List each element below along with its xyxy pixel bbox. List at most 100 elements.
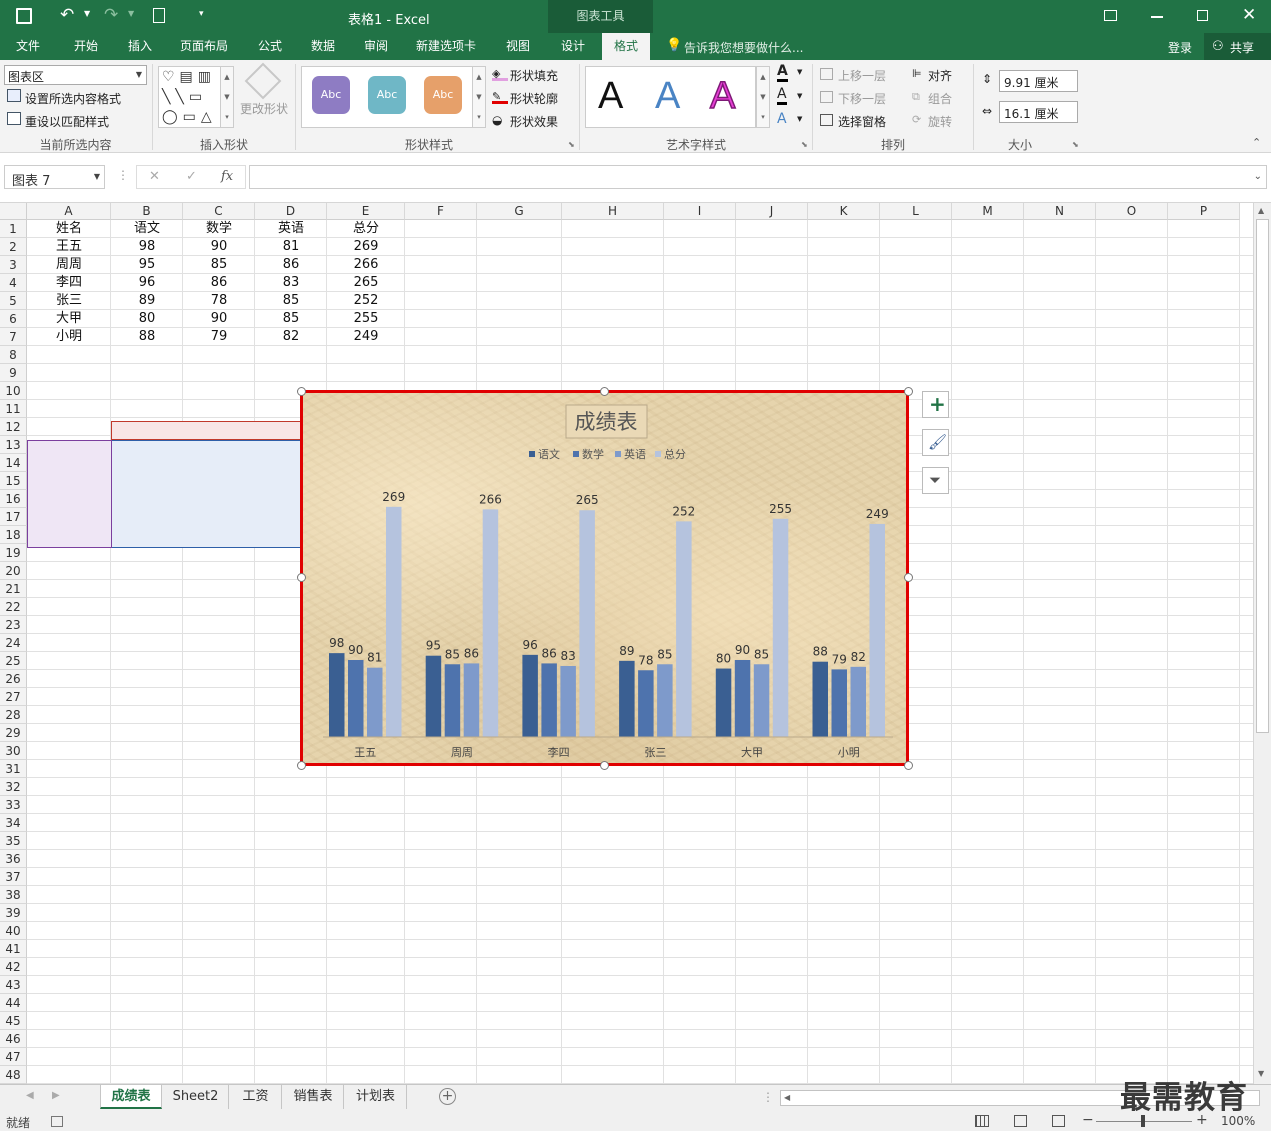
- chart-element-selector[interactable]: 图表区 ▼: [4, 65, 147, 85]
- column-header-D[interactable]: D: [255, 203, 327, 220]
- table-cell[interactable]: 82: [255, 328, 327, 346]
- table-cell[interactable]: 86: [255, 256, 327, 274]
- align-button[interactable]: 对齐: [928, 67, 952, 84]
- table-cell[interactable]: 王五: [27, 238, 111, 256]
- row-header-44[interactable]: 44: [0, 994, 27, 1012]
- row-header-38[interactable]: 38: [0, 886, 27, 904]
- resize-handle-bm[interactable]: [600, 761, 609, 770]
- macro-record-icon[interactable]: [51, 1116, 63, 1127]
- format-selection-button[interactable]: 设置所选内容格式: [25, 90, 121, 107]
- table-header-cell[interactable]: 姓名: [27, 220, 111, 238]
- prev-sheet-icon[interactable]: ◀: [26, 1090, 34, 1101]
- text-fill-icon[interactable]: A: [777, 64, 788, 82]
- table-cell[interactable]: 252: [327, 292, 405, 310]
- wordart-pink[interactable]: A: [709, 74, 736, 118]
- table-cell[interactable]: 83: [255, 274, 327, 292]
- tab-formulas[interactable]: 公式: [248, 33, 292, 60]
- table-cell[interactable]: 85: [255, 310, 327, 328]
- tab-review[interactable]: 审阅: [354, 33, 398, 60]
- sheet-tab-active[interactable]: 成绩表: [100, 1085, 162, 1109]
- row-header-32[interactable]: 32: [0, 778, 27, 796]
- table-cell[interactable]: 90: [183, 310, 255, 328]
- column-header-G[interactable]: G: [477, 203, 562, 220]
- scroll-down-icon[interactable]: ▼: [1258, 1069, 1264, 1078]
- table-cell[interactable]: 78: [183, 292, 255, 310]
- row-header-19[interactable]: 19: [0, 544, 27, 562]
- column-header-J[interactable]: J: [736, 203, 808, 220]
- chart-filters-button[interactable]: ⏷: [922, 467, 949, 494]
- new-file-icon[interactable]: [153, 8, 165, 23]
- tab-insert[interactable]: 插入: [118, 33, 162, 60]
- row-header-3[interactable]: 3: [0, 256, 27, 274]
- table-header-cell[interactable]: 数学: [183, 220, 255, 238]
- dialog-launcher-icon[interactable]: ⬊: [1072, 140, 1079, 149]
- shape-style-purple[interactable]: Abc: [312, 76, 350, 114]
- tab-file[interactable]: 文件: [6, 33, 50, 60]
- column-header-N[interactable]: N: [1024, 203, 1096, 220]
- column-header-O[interactable]: O: [1096, 203, 1168, 220]
- resize-handle-tr[interactable]: [904, 387, 913, 396]
- close-icon[interactable]: ✕: [1242, 5, 1256, 25]
- resize-handle-bl[interactable]: [297, 761, 306, 770]
- tab-data[interactable]: 数据: [301, 33, 345, 60]
- customize-qat-icon[interactable]: ▾: [199, 9, 204, 19]
- column-header-H[interactable]: H: [562, 203, 664, 220]
- scroll-up-icon[interactable]: ▲: [1258, 206, 1264, 215]
- vertical-scroll-thumb[interactable]: [1256, 219, 1269, 733]
- row-header-46[interactable]: 46: [0, 1030, 27, 1048]
- row-header-26[interactable]: 26: [0, 670, 27, 688]
- page-break-view-icon[interactable]: [1052, 1115, 1065, 1127]
- table-cell[interactable]: 小明: [27, 328, 111, 346]
- cancel-icon[interactable]: ✕: [149, 169, 160, 184]
- zoom-out-icon[interactable]: −: [1082, 1112, 1094, 1128]
- row-header-30[interactable]: 30: [0, 742, 27, 760]
- row-header-13[interactable]: 13: [0, 436, 27, 454]
- table-cell[interactable]: 265: [327, 274, 405, 292]
- tell-me-input[interactable]: 告诉我您想要做什么...: [684, 39, 803, 56]
- insert-function-icon[interactable]: fx: [221, 169, 233, 184]
- worksheet-grid[interactable]: ABCDEFGHIJKLMNOP 1 2 3 4 5 6 7 8 9 10 11 12 13 14 15 16…: [0, 203, 1253, 1084]
- rotate-button[interactable]: 旋转: [928, 113, 952, 130]
- sheet-tab[interactable]: 销售表: [283, 1085, 344, 1109]
- select-all-corner[interactable]: [0, 203, 27, 220]
- table-cell[interactable]: 89: [111, 292, 183, 310]
- tab-format[interactable]: 格式: [602, 33, 650, 60]
- row-header-23[interactable]: 23: [0, 616, 27, 634]
- shapes-gallery[interactable]: ♡▤▥ ╲╲▭ ◯▭△: [158, 66, 228, 128]
- chart-styles-button[interactable]: 🖌: [922, 429, 949, 456]
- reset-style-button[interactable]: 重设以匹配样式: [25, 113, 109, 130]
- row-header-41[interactable]: 41: [0, 940, 27, 958]
- shape-style-gallery[interactable]: Abc Abc Abc: [301, 66, 474, 128]
- row-header-24[interactable]: 24: [0, 634, 27, 652]
- table-cell[interactable]: 255: [327, 310, 405, 328]
- chart-area[interactable]: 成绩表 语文 数学 英语 总分 98 90 81 269 95 85 86 266 96 86 83 265…: [300, 390, 909, 766]
- shape-effect-button[interactable]: 形状效果: [510, 113, 558, 130]
- table-cell[interactable]: 249: [327, 328, 405, 346]
- row-header-17[interactable]: 17: [0, 508, 27, 526]
- width-input[interactable]: 16.1 厘米: [999, 101, 1078, 123]
- row-header-22[interactable]: 22: [0, 598, 27, 616]
- row-header-42[interactable]: 42: [0, 958, 27, 976]
- vertical-scrollbar[interactable]: ▲ ▼: [1253, 203, 1271, 1084]
- row-header-9[interactable]: 9: [0, 364, 27, 382]
- share-button[interactable]: ⚇ 共享: [1204, 33, 1271, 60]
- redo-dropdown-icon[interactable]: ▼: [128, 9, 134, 18]
- name-box[interactable]: 图表 7 ▼: [4, 165, 105, 189]
- scroll-left-icon[interactable]: ◀: [784, 1093, 790, 1102]
- row-header-4[interactable]: 4: [0, 274, 27, 292]
- row-header-37[interactable]: 37: [0, 868, 27, 886]
- shape-style-orange[interactable]: Abc: [424, 76, 462, 114]
- column-header-A[interactable]: A: [27, 203, 111, 220]
- expand-formula-icon[interactable]: ⌄: [1254, 171, 1262, 182]
- row-header-16[interactable]: 16: [0, 490, 27, 508]
- zoom-slider-thumb[interactable]: [1141, 1115, 1145, 1127]
- login-link[interactable]: 登录: [1168, 39, 1192, 56]
- shape-outline-button[interactable]: 形状轮廓: [510, 90, 558, 107]
- row-header-10[interactable]: 10: [0, 382, 27, 400]
- wordart-blue[interactable]: A: [655, 75, 680, 118]
- undo-dropdown-icon[interactable]: ▼: [84, 9, 90, 18]
- row-header-36[interactable]: 36: [0, 850, 27, 868]
- table-cell[interactable]: 79: [183, 328, 255, 346]
- table-cell[interactable]: 266: [327, 256, 405, 274]
- text-outline-icon[interactable]: A: [777, 87, 787, 105]
